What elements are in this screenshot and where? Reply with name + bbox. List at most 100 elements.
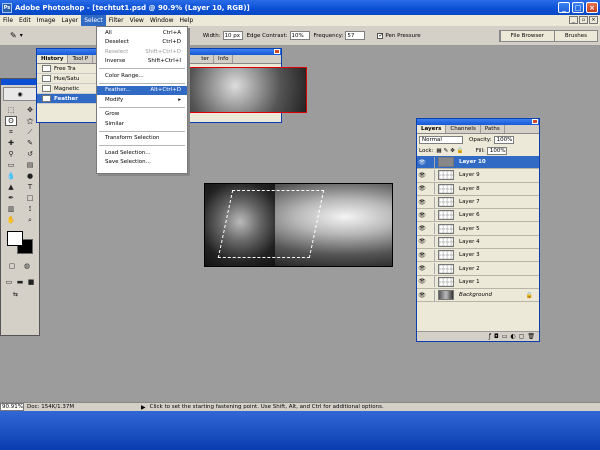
blur-tool-icon[interactable]: 💧 xyxy=(5,171,17,181)
layers-close-icon[interactable] xyxy=(532,119,538,124)
layers-palette-titlebar[interactable] xyxy=(417,119,539,125)
menu-image[interactable]: Image xyxy=(34,15,59,26)
lock-move-icon[interactable]: ✥ xyxy=(450,148,455,154)
layer-row[interactable]: 👁 Layer 6 xyxy=(417,209,539,223)
menu-item-feather[interactable]: Feather... Alt+Ctrl+D xyxy=(97,85,187,95)
new-layer-icon[interactable]: ▢ xyxy=(519,333,525,340)
trash-icon[interactable]: 🗑 xyxy=(527,333,535,340)
visibility-eye-icon[interactable]: 👁 xyxy=(417,159,427,166)
menu-edit[interactable]: Edit xyxy=(16,15,34,26)
adjustment-layer-icon[interactable]: ◐ xyxy=(510,333,515,340)
menu-item-deselect[interactable]: Deselect Ctrl+D xyxy=(97,38,187,48)
photoshop-eye-logo-icon[interactable]: ◉ xyxy=(3,87,37,101)
menu-window[interactable]: Window xyxy=(147,15,177,26)
tab-info[interactable]: Info xyxy=(214,55,234,63)
pen-tool-icon[interactable]: ✒ xyxy=(5,193,17,203)
menu-item-inverse[interactable]: Inverse Shift+Ctrl+I xyxy=(97,57,187,67)
menu-item-all[interactable]: All Ctrl+A xyxy=(97,28,187,38)
visibility-eye-icon[interactable]: 👁 xyxy=(417,212,427,219)
menu-help[interactable]: Help xyxy=(177,15,197,26)
history-brush-icon[interactable]: ↺ xyxy=(24,149,36,159)
layer-row[interactable]: 👁 Layer 5 xyxy=(417,222,539,236)
tab-tool-presets[interactable]: Tool P xyxy=(68,55,94,63)
maximize-button[interactable]: □ xyxy=(572,2,584,13)
brushes-tab[interactable]: Brushes xyxy=(553,31,597,41)
menu-file[interactable]: File xyxy=(0,15,16,26)
menu-select[interactable]: Select xyxy=(81,15,106,26)
history-row[interactable]: Free Tra xyxy=(37,64,97,74)
zoom-tool-icon[interactable]: ⌕ xyxy=(24,215,36,225)
foreground-color-swatch[interactable] xyxy=(7,231,23,246)
crop-tool-icon[interactable]: ⌗ xyxy=(5,127,17,137)
new-set-icon[interactable]: ▭ xyxy=(502,333,508,340)
visibility-eye-icon[interactable]: 👁 xyxy=(417,265,427,272)
lasso-tool-icon[interactable]: ʘ xyxy=(5,116,17,126)
frequency-field[interactable]: 57 xyxy=(345,31,366,40)
pen-pressure-checkbox[interactable] xyxy=(377,32,383,39)
blend-mode-select[interactable]: Normal xyxy=(419,135,463,144)
move-tool-icon[interactable]: ✥ xyxy=(24,105,36,115)
tool-preset-arrow-icon[interactable]: ▾ xyxy=(20,32,23,39)
layer-row[interactable]: 👁 Layer 9 xyxy=(417,169,539,183)
history-row[interactable]: Hue/Satu xyxy=(37,74,97,84)
dodge-tool-icon[interactable]: ● xyxy=(24,171,36,181)
layer-row-background[interactable]: 👁 Background 🔒 xyxy=(417,289,539,303)
menu-item-color-range[interactable]: Color Range... xyxy=(97,71,187,81)
layer-style-icon[interactable]: ƒ xyxy=(489,333,491,340)
notes-tool-icon[interactable]: ▥ xyxy=(5,204,17,214)
layer-row[interactable]: 👁 Layer 7 xyxy=(417,196,539,210)
menu-item-save-selection[interactable]: Save Selection... xyxy=(97,158,187,168)
visibility-eye-icon[interactable]: 👁 xyxy=(417,185,427,192)
gradient-tool-icon[interactable]: ▤ xyxy=(24,160,36,170)
layer-row[interactable]: 👁 Layer 3 xyxy=(417,249,539,263)
magnetic-lasso-icon[interactable]: ✎ xyxy=(10,31,17,40)
type-tool-icon[interactable]: T xyxy=(24,182,36,192)
visibility-eye-icon[interactable]: 👁 xyxy=(417,172,427,179)
eraser-tool-icon[interactable]: ▭ xyxy=(5,160,17,170)
visibility-eye-icon[interactable]: 👁 xyxy=(417,238,427,245)
toolbox-titlebar[interactable] xyxy=(1,79,39,85)
history-row-current[interactable]: Feather xyxy=(37,94,97,104)
visibility-eye-icon[interactable]: 👁 xyxy=(417,252,427,259)
slice-tool-icon[interactable]: ⟋ xyxy=(24,127,36,137)
minimize-button[interactable]: _ xyxy=(558,2,570,13)
visibility-eye-icon[interactable]: 👁 xyxy=(417,278,427,285)
visibility-eye-icon[interactable]: 👁 xyxy=(417,225,427,232)
menu-item-modify[interactable]: Modify ▸ xyxy=(97,95,187,105)
menu-item-load-selection[interactable]: Load Selection... xyxy=(97,148,187,158)
file-browser-tab[interactable]: File Browser xyxy=(499,31,554,41)
opacity-field[interactable]: 100% xyxy=(493,135,514,144)
status-arrow-icon[interactable]: ▶ xyxy=(141,404,146,411)
lock-paint-icon[interactable]: ✎ xyxy=(444,148,449,154)
path-selection-icon[interactable]: ▲ xyxy=(5,182,17,192)
document-canvas[interactable] xyxy=(204,183,393,267)
doc-close-button[interactable]: × xyxy=(589,16,598,24)
layer-row[interactable]: 👁 Layer 4 xyxy=(417,236,539,250)
add-mask-icon[interactable]: ◘ xyxy=(494,333,499,340)
clone-stamp-icon[interactable]: ⚲ xyxy=(5,149,17,159)
hand-tool-icon[interactable]: ✋ xyxy=(5,215,17,225)
tab-layers[interactable]: Layers xyxy=(417,125,447,133)
menu-item-similar[interactable]: Similar xyxy=(97,119,187,129)
full-screen-menu-icon[interactable]: ▬ xyxy=(15,277,25,287)
tab-paths[interactable]: Paths xyxy=(481,125,505,133)
close-button[interactable]: × xyxy=(586,2,598,13)
layer-row-current[interactable]: 👁 Layer 10 xyxy=(417,156,539,170)
visibility-eye-icon[interactable]: 👁 xyxy=(417,199,427,206)
menu-filter[interactable]: Filter xyxy=(106,15,127,26)
healing-brush-icon[interactable]: ✚ xyxy=(5,138,17,148)
tab-navigator[interactable]: ter xyxy=(197,55,215,63)
doc-restore-button[interactable]: ▫ xyxy=(579,16,588,24)
tab-history[interactable]: History xyxy=(37,55,69,63)
menu-item-grow[interactable]: Grow xyxy=(97,110,187,120)
layer-row[interactable]: 👁 Layer 1 xyxy=(417,276,539,289)
quick-mask-icon[interactable]: ◍ xyxy=(21,261,33,271)
history-close-icon[interactable] xyxy=(274,49,280,54)
menu-layer[interactable]: Layer xyxy=(58,15,81,26)
shape-tool-icon[interactable]: □ xyxy=(24,193,36,203)
full-screen-icon[interactable]: ■ xyxy=(26,277,36,287)
eyedropper-tool-icon[interactable]: ⟟ xyxy=(24,204,36,214)
menu-item-transform-selection[interactable]: Transform Selection xyxy=(97,134,187,144)
standard-screen-icon[interactable]: ▭ xyxy=(4,277,14,287)
jump-to-imageready-icon[interactable]: ⇆ xyxy=(1,289,39,300)
